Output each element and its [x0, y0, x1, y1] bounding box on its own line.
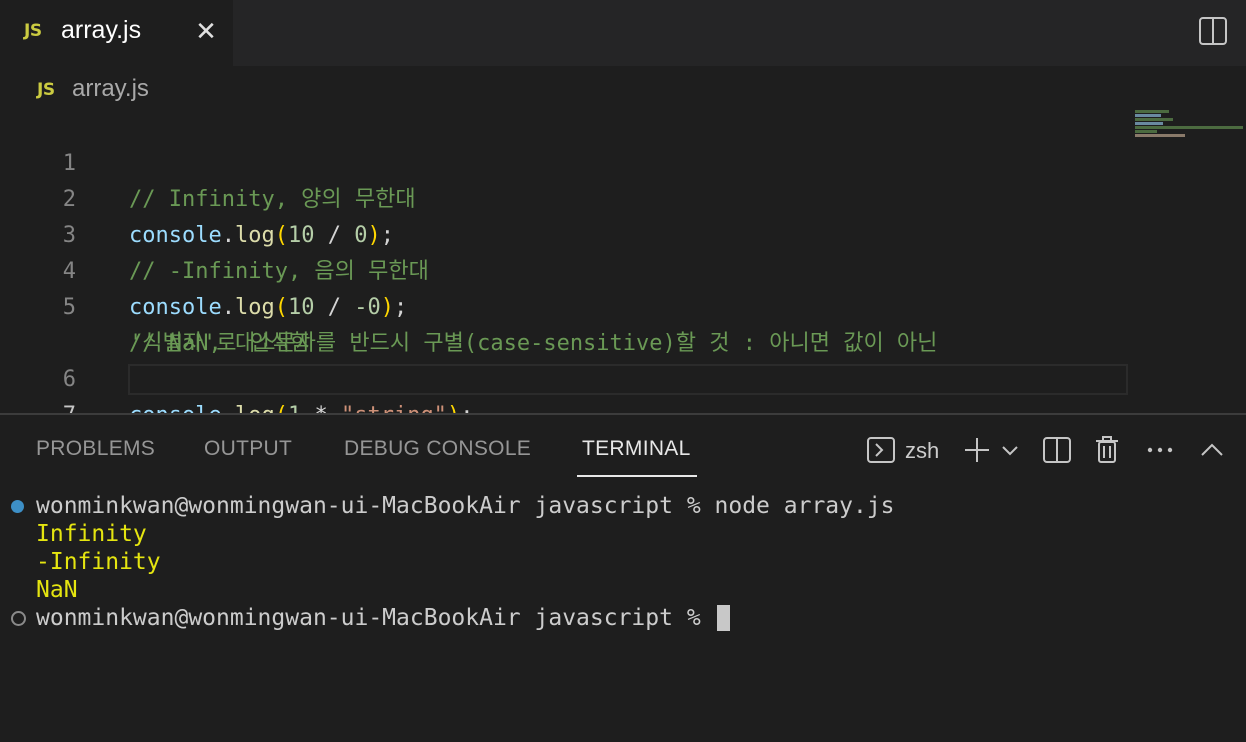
- tab-terminal[interactable]: TERMINAL: [582, 437, 691, 461]
- code-line-wrap: '식별자'로 인식함: [0, 290, 1130, 356]
- command-success-icon[interactable]: [11, 500, 24, 513]
- shell-name[interactable]: zsh: [905, 438, 939, 464]
- tab-array-js[interactable]: JS array.js ✕: [0, 0, 233, 66]
- minimap-line: [1135, 126, 1243, 129]
- tab-problems[interactable]: PROBLEMS: [36, 437, 155, 461]
- javascript-file-icon: JS: [37, 80, 55, 100]
- tab-debug-console[interactable]: DEBUG CONSOLE: [344, 437, 531, 461]
- code-line: 5 // NaN, 대소문자를 반드시 구별(case-sensitive)할 …: [0, 254, 1130, 356]
- breadcrumb-file[interactable]: array.js: [72, 75, 149, 103]
- code-line: 3 // -Infinity, 음의 무한대: [0, 182, 1130, 284]
- tab-label: array.js: [61, 16, 142, 44]
- code-line: 4 console.log(10 / -0);: [0, 218, 1130, 320]
- close-icon[interactable]: ✕: [192, 16, 220, 48]
- minimap-line: [1135, 110, 1169, 113]
- breadcrumb: JS array.js: [0, 66, 1246, 112]
- minimap-line: [1135, 114, 1161, 117]
- terminal-command-line: wonminkwan@wonmingwan-ui-MacBookAir java…: [36, 493, 895, 519]
- terminal-output-line: -Infinity: [36, 549, 161, 575]
- code-line: 1 // Infinity, 양의 무한대: [0, 110, 1130, 212]
- terminal-output-line: Infinity: [36, 521, 147, 547]
- command-pending-icon[interactable]: [11, 611, 26, 626]
- minimap-line: [1135, 118, 1173, 121]
- minimap-line: [1135, 134, 1185, 137]
- bottom-panel: PROBLEMS OUTPUT DEBUG CONSOLE TERMINAL z…: [0, 415, 1246, 742]
- code-line: 6 console.log(1 * "string");: [0, 326, 1130, 428]
- current-line-highlight: [128, 364, 1128, 395]
- editor-tab-bar: JS array.js ✕: [0, 0, 1246, 66]
- active-tab-indicator: [577, 475, 697, 477]
- split-terminal-icon[interactable]: [1042, 435, 1072, 467]
- vscode-window: JS array.js ✕ JS array.js 1 // Infinity,…: [0, 0, 1246, 742]
- trash-icon[interactable]: [1094, 435, 1120, 467]
- new-terminal-icon[interactable]: [962, 435, 992, 467]
- chevron-up-icon[interactable]: [1198, 435, 1226, 467]
- minimap[interactable]: [1135, 110, 1246, 138]
- chevron-down-icon[interactable]: [1000, 435, 1020, 467]
- more-actions-icon[interactable]: [1146, 435, 1174, 467]
- tab-output[interactable]: OUTPUT: [204, 437, 292, 461]
- terminal-cursor: [716, 605, 730, 631]
- terminal-shell-icon[interactable]: [866, 435, 896, 467]
- code-line: 2 console.log(10 / 0);: [0, 146, 1130, 248]
- terminal-prompt-line[interactable]: wonminkwan@wonmingwan-ui-MacBookAir java…: [36, 604, 730, 632]
- terminal-output-line: NaN: [36, 577, 78, 603]
- minimap-line: [1135, 130, 1157, 133]
- split-editor-icon[interactable]: [1198, 16, 1228, 46]
- terminal-prompt: wonminkwan@wonmingwan-ui-MacBookAir java…: [36, 605, 715, 631]
- javascript-file-icon: JS: [24, 21, 42, 41]
- minimap-line: [1135, 122, 1163, 125]
